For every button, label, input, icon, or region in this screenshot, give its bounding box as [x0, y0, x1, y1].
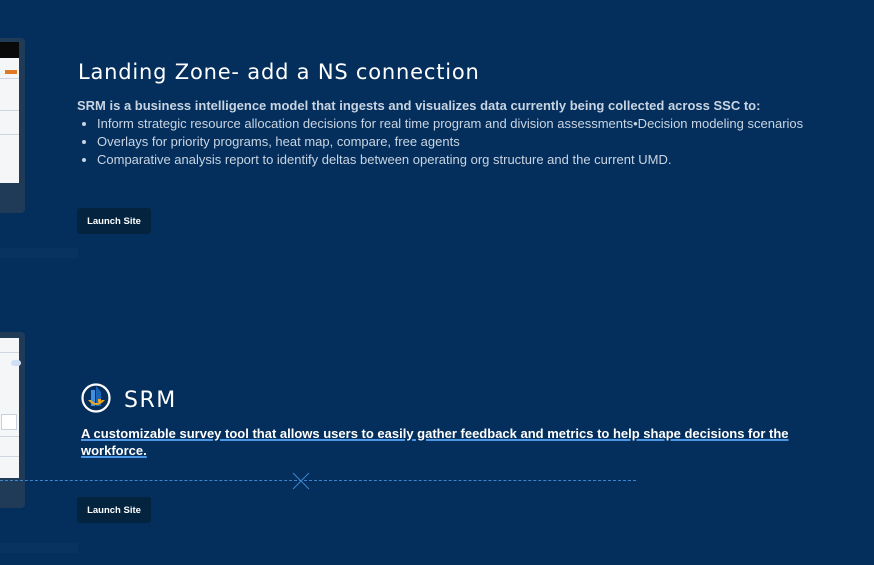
thumbnail-divider	[0, 436, 19, 437]
thumbnail-header-bar	[0, 42, 19, 58]
list-item: Overlays for priority programs, heat map…	[97, 133, 837, 151]
preview-thumbnail-1[interactable]	[0, 38, 25, 213]
srm-brand: SRM	[80, 382, 177, 419]
thumbnail-divider	[0, 134, 19, 135]
thumbnail-divider	[0, 78, 19, 79]
list-item: Comparative analysis report to identify …	[97, 151, 837, 169]
list-item: Inform strategic resource allocation dec…	[97, 115, 837, 133]
feature-list: Inform strategic resource allocation dec…	[77, 115, 837, 169]
thumbnail-divider	[0, 456, 19, 457]
preview-thumbnail-2[interactable]	[0, 332, 25, 508]
section-description: SRM is a business intelligence model tha…	[77, 97, 837, 169]
description-lead: SRM is a business intelligence model tha…	[77, 98, 761, 113]
thumbnail-orange-badge	[5, 70, 17, 74]
launch-site-button[interactable]: Launch Site	[77, 497, 151, 523]
thumbnail-pill	[11, 360, 21, 366]
preview-thumbnail-1-screen	[0, 42, 19, 183]
thumbnail-shadow	[0, 543, 78, 553]
launch-site-button[interactable]: Launch Site	[77, 208, 151, 234]
srm-logo-icon	[80, 382, 112, 419]
brand-name: SRM	[124, 388, 177, 413]
survey-description: A customizable survey tool that allows u…	[81, 426, 789, 458]
thumbnail-divider	[0, 110, 19, 111]
guide-line	[0, 480, 636, 481]
section-title: Landing Zone- add a NS connection	[78, 60, 480, 84]
preview-thumbnail-2-screen	[0, 338, 21, 478]
thumbnail-divider	[0, 352, 19, 353]
thumbnail-shadow	[0, 248, 78, 258]
crosshair-icon	[292, 472, 310, 490]
thumbnail-box	[1, 414, 17, 430]
